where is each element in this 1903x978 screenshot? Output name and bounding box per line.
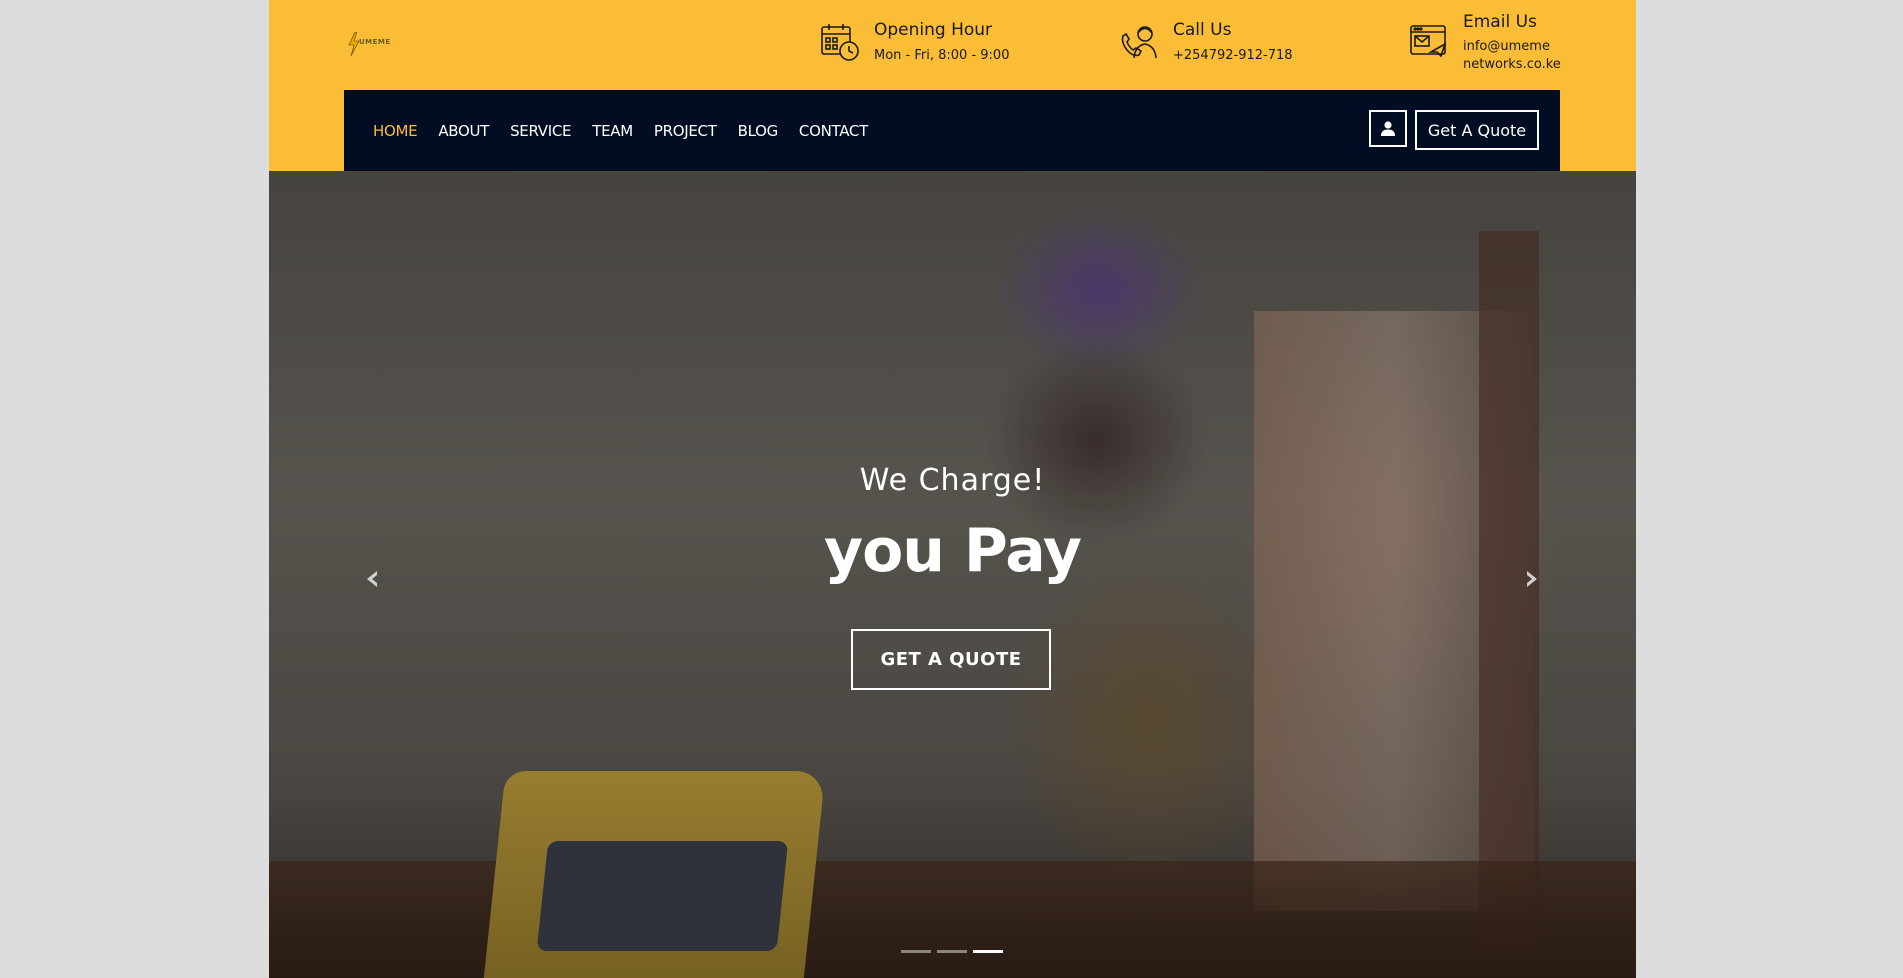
nav-item-about[interactable]: ABOUT <box>438 122 489 140</box>
email-icon <box>1410 25 1447 58</box>
chevron-left-icon <box>367 571 377 587</box>
call-us-phone[interactable]: +254792-912-718 <box>1173 47 1293 65</box>
nav-item-project[interactable]: PROJECT <box>654 122 717 140</box>
email-us-title: Email Us <box>1463 12 1537 32</box>
carousel-indicator-2[interactable] <box>937 950 967 953</box>
opening-hours-value: Mon - Fri, 8:00 - 9:00 <box>874 48 1010 63</box>
logo-wordmark: UMEME <box>359 38 391 46</box>
carousel-indicators <box>901 950 1003 953</box>
chevron-right-icon <box>1527 571 1537 587</box>
call-us-title: Call Us <box>1173 20 1232 40</box>
support-agent-icon <box>1121 26 1157 59</box>
main-menu: HOME ABOUT SERVICE TEAM PROJECT BLOG CON… <box>373 90 889 171</box>
calendar-clock-icon <box>821 24 859 61</box>
hero-kicker: We Charge! <box>859 463 1046 498</box>
hero-get-a-quote-button[interactable]: GET A QUOTE <box>851 629 1051 690</box>
nav-item-home[interactable]: HOME <box>373 122 418 140</box>
carousel-indicator-1[interactable] <box>901 950 931 953</box>
email-us-address[interactable]: info@umeme networks.co.ke <box>1463 38 1561 74</box>
site-logo[interactable]: UMEME <box>347 32 407 56</box>
email-address-line2: networks.co.ke <box>1463 57 1561 72</box>
nav-item-service[interactable]: SERVICE <box>510 122 571 140</box>
nav-item-blog[interactable]: BLOG <box>738 122 779 140</box>
carousel-next-button[interactable] <box>1522 565 1542 593</box>
carousel-indicator-3[interactable] <box>973 950 1003 953</box>
user-account-button[interactable] <box>1369 110 1407 147</box>
main-navbar: HOME ABOUT SERVICE TEAM PROJECT BLOG CON… <box>344 90 1560 171</box>
hero-carousel: We Charge! you Pay GET A QUOTE <box>269 171 1636 978</box>
hero-headline: you Pay <box>823 516 1082 586</box>
nav-item-team[interactable]: TEAM <box>592 122 633 140</box>
user-icon <box>1381 121 1395 136</box>
opening-hours-title: Opening Hour <box>874 20 993 40</box>
site-wrapper: UMEME Opening Hour Mon - Fri, 8:00 - 9:0… <box>269 0 1636 978</box>
get-a-quote-button[interactable]: Get A Quote <box>1415 110 1539 150</box>
nav-item-contact[interactable]: CONTACT <box>799 122 868 140</box>
email-address-line1: info@umeme <box>1463 39 1550 54</box>
carousel-prev-button[interactable] <box>362 565 382 593</box>
